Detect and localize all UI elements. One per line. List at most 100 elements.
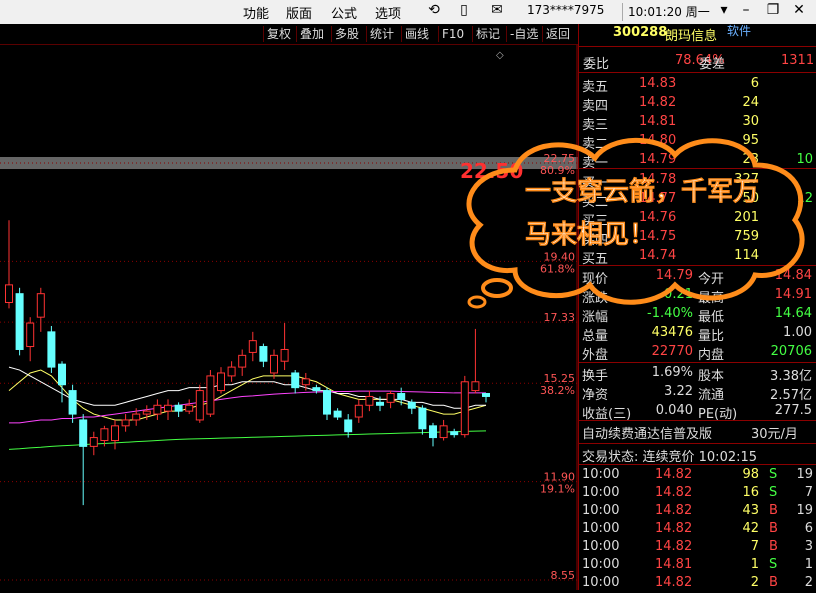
tick-price: 14.82 [655,467,693,482]
tick-price: 14.81 [655,557,693,572]
tick-price: 14.82 [655,539,693,554]
candle-body [323,390,331,415]
tick-volume: 7 [750,539,759,554]
menu-bar: 功能 版面 公式 选项 ⟲ ▯ ✉ 173****7975 10:01:20 周… [0,0,816,24]
stock-name: 朗玛信息 [665,29,718,44]
restore-icon[interactable]: ❐ [760,2,786,18]
stat-label: 换手 [582,369,609,384]
candle-body [248,340,257,353]
candle-body [280,348,289,362]
order-volume: 6 [750,76,759,91]
tick-side: B [769,521,778,536]
stat-value: 0.040 [655,403,693,418]
menu-options[interactable]: 选项 [375,3,401,22]
stat-label: 净资 [582,388,609,403]
tick-side: S [769,557,778,572]
candle-body [312,387,321,392]
kline-chart[interactable]: 22.7580.9%19.4061.8%17.3315.2538.2%11.90… [0,45,578,590]
stat-row: 外盘 22770 内盘 20706 [579,343,816,363]
candle-body [195,390,204,421]
order-label: 卖四 [582,99,609,114]
btn-overlay[interactable]: 叠加 [296,26,327,42]
candle-body [439,425,448,439]
stat-value: 43476 [651,325,693,340]
stat-value: 1.69% [651,365,693,380]
stat-value: 22770 [651,344,693,359]
candle-body [482,393,490,397]
candle-body [47,331,56,368]
tick-volume: 43 [742,503,759,518]
cloud-line-2: 马来相见！ [525,220,655,250]
stat-value: 277.5 [774,403,812,418]
diamond-icon: ◇ [496,50,504,61]
order-price: 14.83 [639,76,677,91]
weibi-label: 委比 [583,57,610,72]
candle-body [206,375,215,415]
stat-label: 外盘 [582,348,609,363]
tick-count: 1 [804,557,813,572]
btn-multi-stock[interactable]: 多股 [331,26,362,42]
btn-back[interactable]: 返回 [542,26,573,42]
stock-code: 300288 [613,25,668,40]
order-price: 14.82 [639,95,677,110]
btn-mark[interactable]: 标记 [472,26,503,42]
candle-body [58,363,66,386]
tick-time: 10:00 [582,575,620,590]
axis-pct-label: 19.1% [540,483,575,496]
stat-row: 换手 1.69% 股本 3.38亿 [579,364,816,384]
candle-body [418,407,427,430]
tick-time: 10:00 [582,485,620,500]
candle-body [153,404,162,415]
tick-price: 14.82 [655,521,693,536]
promo-text: 自动续费通达信普及版 [582,427,713,442]
stat-value: 20706 [770,344,812,359]
candle-body [121,419,130,427]
stat-row: 收益(三) 0.040 PE(动) 277.5 [579,402,816,422]
candle-body [354,404,363,418]
tick-price: 14.82 [655,575,693,590]
trade-status: 交易状态: 连续竞价 10:02:15 [579,445,816,465]
tick-side: B [769,539,778,554]
tick-side: B [769,575,778,590]
close-icon[interactable]: ✕ [786,2,812,18]
candle-body [365,395,374,406]
menu-function[interactable]: 功能 [243,3,269,22]
stat-row: 总量 43476 量比 1.00 [579,324,816,344]
tick-row: 10:00 14.82 7 B 3 [579,538,816,557]
user-account[interactable]: 173****7975 [527,3,604,17]
stat-label: 内盘 [698,348,725,363]
minimize-icon[interactable]: – [733,2,759,18]
menu-formula[interactable]: 公式 [331,3,357,22]
cloud-annotation: 一支穿云箭，千军万 马来相见！ [466,137,805,309]
tick-side: S [769,485,778,500]
tick-row: 10:00 14.82 42 B 6 [579,520,816,539]
candle-body [5,284,13,303]
candle-body [460,381,469,436]
weibi-row: 委比 78.64% 委差 1311 [579,52,816,72]
tick-time: 10:00 [582,503,620,518]
tick-price: 14.82 [655,503,693,518]
candle-body [259,346,268,362]
stock-sector: 软件 [727,24,752,38]
btn-draw-line[interactable]: 画线 [401,26,432,42]
btn-f10[interactable]: F10 [438,26,467,42]
promo-price: 30元/月 [751,427,798,442]
tick-row: 10:00 14.81 1 S 1 [579,556,816,575]
btn-watchlist[interactable]: -自选 [506,26,541,42]
tick-row: 10:00 14.82 43 B 19 [579,502,816,521]
menu-layout[interactable]: 版面 [286,3,312,22]
phone-icon[interactable]: ▯ [451,2,477,18]
mail-icon[interactable]: ✉ [484,2,510,18]
axis-pct-label: 38.2% [540,384,575,397]
candle-body [429,425,437,439]
candle-body [68,390,77,415]
candle-body [407,401,416,409]
refresh-icon[interactable]: ⟲ [421,2,447,18]
promo-banner[interactable]: 自动续费通达信普及版 30元/月 [579,422,816,443]
tick-row: 10:00 14.82 98 S 19 [579,466,816,485]
stat-label: 量比 [698,329,725,344]
btn-restore-rights[interactable]: 复权 [263,26,294,42]
tick-count: 7 [804,485,813,500]
candle-body [376,401,384,406]
btn-statistics[interactable]: 统计 [366,26,397,42]
